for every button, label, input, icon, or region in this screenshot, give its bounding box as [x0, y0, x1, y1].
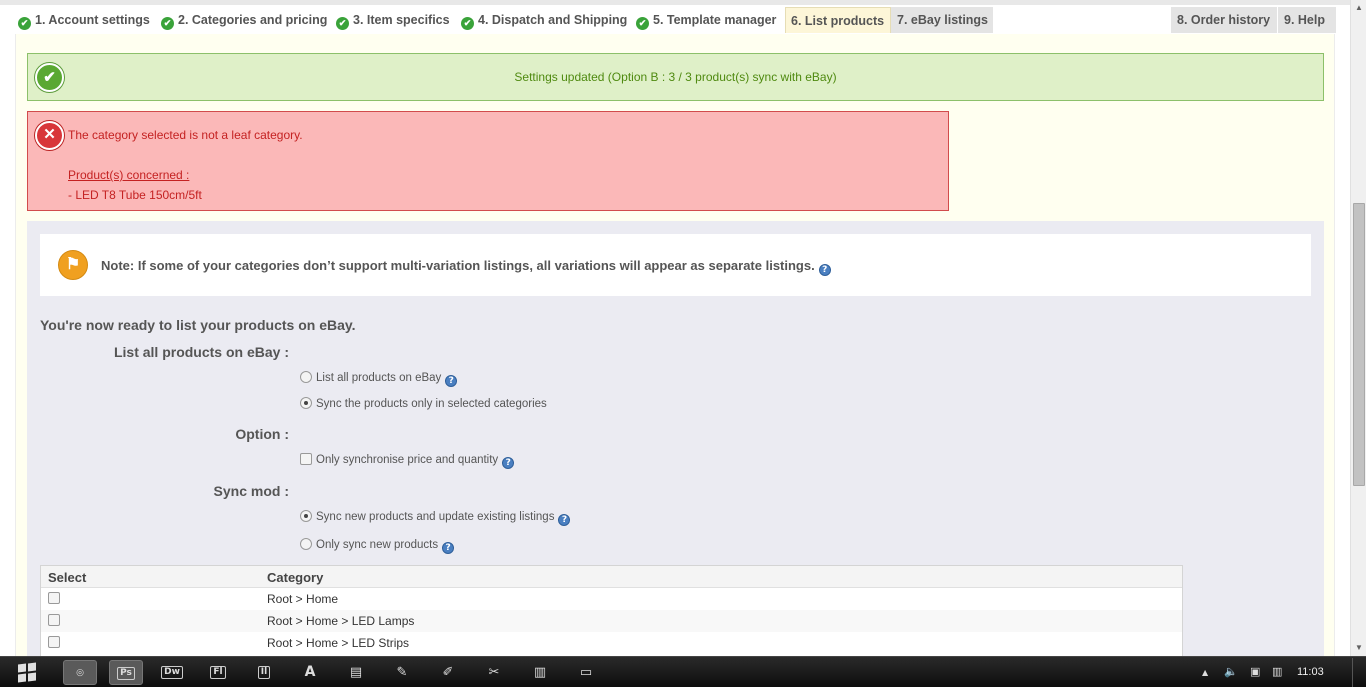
only-price-qty-option[interactable]: Only synchronise price and quantity?	[300, 453, 515, 469]
start-button[interactable]	[6, 659, 46, 687]
help-icon[interactable]: ?	[445, 375, 458, 387]
notification-icon[interactable]: ▥	[1272, 665, 1282, 678]
radio-sync-new-update[interactable]	[300, 510, 312, 522]
success-alert: ✔ Settings updated (Option B : 3 / 3 pro…	[27, 53, 1324, 101]
checkbox-only-price-qty[interactable]	[300, 453, 312, 465]
row-checkbox[interactable]	[48, 636, 60, 648]
sync-selected-option[interactable]: Sync the products only in selected categ…	[300, 397, 547, 410]
category-table: Select Category Root > Home Root > Home …	[40, 565, 1183, 656]
clock: 11:03	[1297, 666, 1324, 678]
scroll-down-icon[interactable]: ▼	[1351, 640, 1366, 656]
help-icon[interactable]: ?	[558, 514, 571, 526]
check-icon: ✔	[18, 17, 31, 30]
flash-taskbar-icon[interactable]: Fl	[201, 660, 235, 685]
sync-mod-label: Sync mod :	[213, 483, 289, 499]
notes-taskbar-icon[interactable]: ▤	[339, 660, 373, 685]
tab-list-products[interactable]: 6. List products	[785, 7, 891, 33]
chrome-taskbar-icon[interactable]: ◎	[63, 660, 97, 685]
pen-taskbar-icon[interactable]: ✐	[431, 660, 465, 685]
error-message: The category selected is not a leaf cate…	[68, 128, 303, 142]
category-cell: Root > Home > LED Strips	[267, 636, 410, 650]
list-all-label: List all products on eBay :	[113, 344, 289, 360]
row-checkbox[interactable]	[48, 614, 60, 626]
library-taskbar-icon[interactable]: ▥	[523, 660, 557, 685]
sync-new-update-option[interactable]: Sync new products and update existing li…	[300, 510, 571, 526]
tray-expand-icon[interactable]: ▲	[1202, 668, 1208, 677]
products-concerned-label: Product(s) concerned :	[68, 168, 190, 182]
table-row: Root > Home > LED Lamps	[41, 610, 1182, 632]
option-label: Option :	[235, 426, 289, 442]
show-desktop-button[interactable]	[1352, 658, 1366, 687]
check-icon: ✔	[161, 17, 174, 30]
row-checkbox[interactable]	[48, 592, 60, 604]
snipping-taskbar-icon[interactable]: ✂	[477, 660, 511, 685]
check-icon: ✔	[461, 17, 474, 30]
radio-sync-selected[interactable]	[300, 397, 312, 409]
concerned-product: - LED T8 Tube 150cm/5ft	[68, 188, 202, 202]
category-cell: Root > Home > LED Lamps	[267, 614, 415, 628]
tab-dispatch-shipping[interactable]: ✔ 4. Dispatch and Shipping	[455, 7, 627, 33]
note-box: ⚑ Note: If some of your categories don’t…	[40, 234, 1311, 296]
network-icon[interactable]: ▣	[1250, 665, 1260, 678]
only-sync-new-option[interactable]: Only sync new products?	[300, 538, 455, 554]
wizard-tabs: ✔ 1. Account settings ✔ 2. Categories and …	[0, 0, 1350, 34]
volume-icon[interactable]: 🔈	[1224, 665, 1238, 678]
flag-icon: ⚑	[58, 250, 88, 280]
tab-categories-pricing[interactable]: ✔ 2. Categories and pricing	[155, 7, 327, 33]
photoshop-taskbar-icon[interactable]: Ps	[109, 660, 143, 685]
list-products-panel: ⚑ Note: If some of your categories don’t…	[27, 221, 1324, 656]
paint-taskbar-icon[interactable]: ✎	[385, 660, 419, 685]
table-header: Select Category	[41, 566, 1182, 588]
tab-ebay-listings[interactable]: 7. eBay listings	[891, 7, 993, 33]
table-row: Root > Home	[41, 588, 1182, 610]
tab-account-settings[interactable]: ✔ 1. Account settings	[12, 7, 150, 33]
radio-only-sync-new[interactable]	[300, 538, 312, 550]
success-message: Settings updated (Option B : 3 / 3 produ…	[514, 70, 837, 84]
category-cell: Root > Home	[267, 592, 339, 606]
tab-help[interactable]: 9. Help	[1278, 7, 1336, 33]
tab-template-manager[interactable]: ✔ 5. Template manager	[630, 7, 776, 33]
content-frame: ✔ Settings updated (Option B : 3 / 3 pro…	[15, 34, 1335, 656]
note-text: Note: If some of your categories don’t s…	[101, 258, 815, 273]
help-icon[interactable]: ?	[442, 542, 455, 554]
taskbar: ◎ Ps Dw Fl Il A ▤ ✎ ✐ ✂ ▥ ▭ ▲ 🔈 ▣ ▥ 11:0…	[0, 656, 1366, 687]
error-alert: ✕ The category selected is not a leaf ca…	[27, 111, 949, 211]
error-x-icon: ✕	[35, 121, 64, 150]
check-icon: ✔	[636, 17, 649, 30]
ready-heading: You're now ready to list your products o…	[40, 317, 356, 333]
table-row: Root > Home > LED Strips	[41, 632, 1182, 654]
radio-list-all[interactable]	[300, 371, 312, 383]
illustrator-taskbar-icon[interactable]: Il	[247, 660, 281, 685]
col-select: Select	[48, 570, 87, 585]
col-category: Category	[267, 570, 324, 585]
list-all-option[interactable]: List all products on eBay?	[300, 371, 458, 387]
scroll-up-icon[interactable]: ▲	[1351, 0, 1366, 16]
help-icon[interactable]: ?	[818, 264, 831, 276]
tab-order-history[interactable]: 8. Order history	[1171, 7, 1277, 33]
scroll-thumb[interactable]	[1353, 203, 1365, 486]
tab-item-specifics[interactable]: ✔ 3. Item specifics	[330, 7, 450, 33]
vertical-scrollbar[interactable]: ▲ ▼	[1350, 0, 1366, 656]
check-icon: ✔	[336, 17, 349, 30]
help-icon[interactable]: ?	[502, 457, 515, 469]
dreamweaver-taskbar-icon[interactable]: Dw	[155, 660, 189, 685]
font-app-taskbar-icon[interactable]: A	[293, 660, 327, 685]
folder-taskbar-icon[interactable]: ▭	[569, 660, 603, 685]
